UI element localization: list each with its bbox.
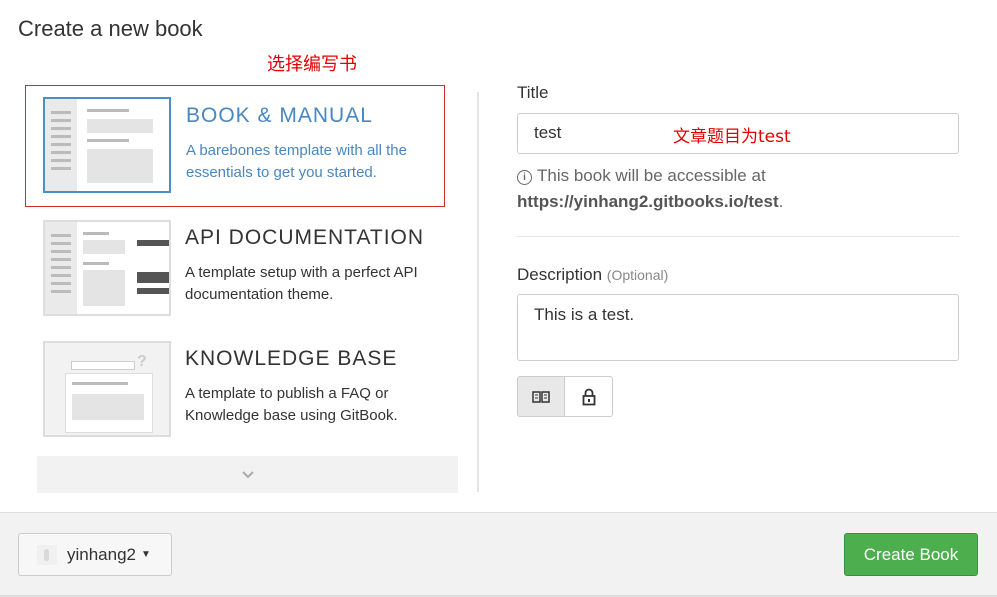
chevron-down-icon: [241, 471, 254, 479]
template-description: A template setup with a perfect API docu…: [185, 264, 418, 303]
show-more-templates-button[interactable]: [37, 456, 458, 493]
public-toggle-button[interactable]: [517, 376, 565, 417]
template-name: BOOK & MANUAL: [186, 104, 373, 127]
info-icon: i: [517, 170, 532, 185]
title-label: Title: [517, 83, 549, 102]
template-book-manual[interactable]: BOOK & MANUAL A barebones template with …: [25, 85, 445, 207]
template-name: KNOWLEDGE BASE: [185, 347, 398, 370]
template-knowledge-base[interactable]: ? KNOWLEDGE BASE A template to publish a…: [25, 329, 445, 449]
lock-icon: [582, 388, 595, 405]
description-label-text: Description: [517, 265, 603, 284]
template-description: A template to publish a FAQ or Knowledge…: [185, 385, 398, 424]
visibility-toggle: [517, 376, 613, 419]
help-suffix: .: [778, 192, 784, 211]
api-documentation-thumbnail: [43, 220, 171, 316]
template-description: A barebones template with all the essent…: [186, 142, 407, 181]
caret-down-icon: ▼: [141, 549, 151, 560]
help-prefix: This book will be accessible at: [537, 166, 766, 185]
optional-hint: (Optional): [606, 267, 669, 283]
book-manual-thumbnail: [43, 97, 171, 193]
book-url: https://yinhang2.gitbooks.io/test: [517, 192, 779, 211]
description-textarea[interactable]: This is a test.: [517, 294, 959, 361]
url-help-text: i This book will be accessible at https:/…: [517, 163, 783, 215]
template-name: API DOCUMENTATION: [185, 226, 425, 249]
create-book-button[interactable]: Create Book: [844, 533, 978, 576]
knowledge-base-thumbnail: ?: [43, 341, 171, 437]
owner-name: yinhang2: [67, 544, 137, 564]
modal-footer: yinhang2 ▼ Create Book: [0, 512, 997, 597]
column-divider: [477, 92, 479, 492]
description-label: Description (Optional): [517, 265, 668, 285]
private-toggle-button[interactable]: [565, 376, 613, 417]
annotation-title-note: 文章题目为test: [673, 127, 791, 147]
template-api-documentation[interactable]: API DOCUMENTATION A template setup with …: [25, 208, 445, 328]
owner-dropdown-button[interactable]: yinhang2 ▼: [18, 533, 172, 576]
book-icon: [532, 390, 550, 403]
page-title: Create a new book: [18, 16, 203, 41]
annotation-select-template: 选择编写书: [267, 54, 357, 75]
form-divider: [517, 236, 959, 237]
avatar: [37, 544, 57, 565]
